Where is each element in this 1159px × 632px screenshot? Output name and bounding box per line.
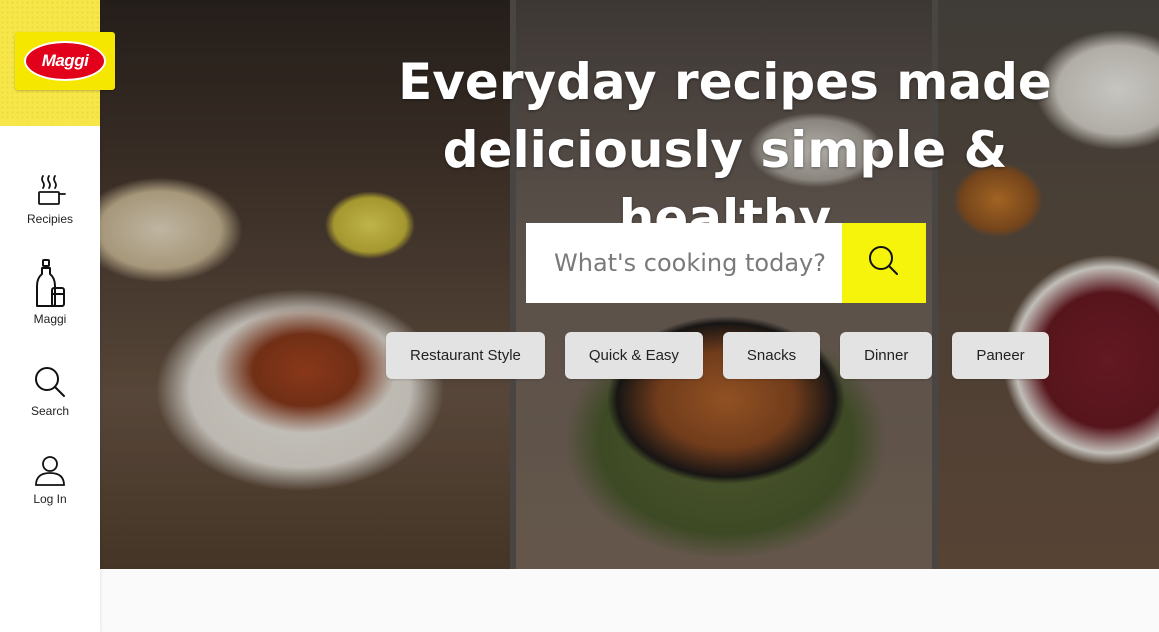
- maggi-logo[interactable]: Maggi: [15, 32, 115, 90]
- sidebar: Maggi Recipies Maggi Search Log In: [0, 0, 115, 632]
- sidebar-item-search[interactable]: Search: [0, 362, 100, 418]
- search-icon: [30, 362, 70, 402]
- recipe-search-bar: [526, 223, 926, 303]
- sidebar-item-maggi[interactable]: Maggi: [0, 258, 100, 326]
- sidebar-item-label: Maggi: [33, 312, 67, 326]
- sidebar-item-log-in[interactable]: Log In: [0, 450, 100, 506]
- logo-zigzag-edge: [0, 118, 100, 125]
- chip-restaurant-style[interactable]: Restaurant Style: [386, 332, 545, 379]
- chip-snacks[interactable]: Snacks: [722, 332, 821, 379]
- cooking-pot-icon: [30, 170, 70, 210]
- maggi-products-icon: [30, 258, 70, 310]
- search-icon: [867, 244, 901, 283]
- sidebar-item-recipies[interactable]: Recipies: [0, 170, 100, 226]
- sidebar-item-label: Log In: [33, 492, 67, 506]
- sidebar-item-label: Recipies: [26, 212, 74, 226]
- hero-headline: Everyday recipes made deliciously simple…: [350, 48, 1100, 252]
- search-input[interactable]: [526, 223, 842, 303]
- search-button[interactable]: [842, 223, 926, 303]
- logo-text: Maggi: [41, 51, 89, 70]
- sidebar-item-label: Search: [30, 404, 70, 418]
- user-icon: [30, 450, 70, 490]
- chip-quick-and-easy[interactable]: Quick & Easy: [564, 332, 703, 379]
- category-chips: Restaurant Style Quick & Easy Snacks Din…: [386, 332, 1049, 379]
- chip-dinner[interactable]: Dinner: [840, 332, 933, 379]
- headline-line-1: Everyday recipes made: [398, 53, 1052, 111]
- chip-paneer[interactable]: Paneer: [952, 332, 1049, 379]
- content-area: [100, 569, 1159, 632]
- logo-oval: Maggi: [24, 41, 106, 81]
- hero-banner: Everyday recipes made deliciously simple…: [100, 0, 1159, 569]
